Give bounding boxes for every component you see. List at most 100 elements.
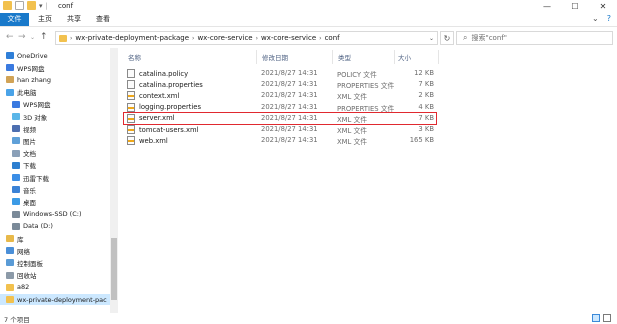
search-input[interactable]: 搜索"conf" bbox=[471, 33, 506, 43]
3d-objects-icon bbox=[12, 113, 20, 120]
library-icon bbox=[6, 235, 14, 242]
tab-file[interactable]: 文件 bbox=[0, 13, 29, 26]
breadcrumb-item[interactable]: wx-core-service bbox=[197, 34, 252, 42]
file-size: 12 KB bbox=[414, 69, 434, 77]
column-header-date[interactable]: 修改日期 bbox=[262, 52, 288, 64]
column-divider[interactable] bbox=[332, 50, 333, 64]
sidebar-item[interactable]: Windows-SSD (C:) bbox=[0, 209, 110, 220]
sidebar-item[interactable]: 视频 bbox=[0, 123, 110, 134]
sidebar-item-label: han zhang bbox=[17, 75, 52, 84]
sidebar-item[interactable]: 迅雷下载 bbox=[0, 172, 110, 183]
file-row[interactable]: tomcat-users.xml 2021/8/27 14:31 XML 文件 3 K… bbox=[124, 124, 436, 135]
file-row[interactable]: logging.properties 2021/8/27 14:31 PROPERT… bbox=[124, 102, 436, 113]
file-name-cell: tomcat-users.xml bbox=[127, 125, 199, 134]
network-icon bbox=[6, 247, 14, 255]
sidebar-item[interactable]: a82 bbox=[0, 282, 110, 293]
column-divider[interactable] bbox=[438, 50, 439, 64]
file-type: XML 文件 bbox=[337, 138, 368, 147]
file-type: XML 文件 bbox=[337, 127, 368, 135]
chevron-right-icon[interactable]: › bbox=[256, 35, 258, 42]
sidebar-item[interactable]: han zhang bbox=[0, 74, 110, 85]
sidebar-item[interactable]: WPS网盘 bbox=[0, 62, 110, 73]
sidebar-item-label: 3D 对象 bbox=[23, 113, 48, 122]
breadcrumb-item[interactable]: wx-private-deployment-package bbox=[75, 34, 189, 42]
file-row[interactable]: web.xml 2021/8/27 14:31 XML 文件 165 KB bbox=[124, 135, 436, 146]
address-dropdown-icon[interactable]: ⌄ bbox=[429, 35, 434, 42]
file-date: 2021/8/27 14:31 bbox=[261, 80, 318, 89]
sidebar-item[interactable]: WPS网盘 bbox=[0, 99, 110, 110]
thunder-download-icon bbox=[12, 174, 20, 181]
column-divider[interactable] bbox=[394, 50, 395, 64]
sidebar-item[interactable]: 下载 bbox=[0, 160, 110, 171]
large-icons-view-icon[interactable] bbox=[603, 314, 611, 322]
address-bar[interactable]: › wx-private-deployment-package › wx-cor… bbox=[55, 31, 438, 45]
properties-icon[interactable] bbox=[15, 1, 24, 10]
file-date: 2021/8/27 14:31 bbox=[261, 102, 318, 111]
file-row[interactable]: catalina.policy 2021/8/27 14:31 POLICY 文件 1… bbox=[124, 68, 436, 79]
customize-toolbar-icon[interactable]: ▾ bbox=[39, 2, 43, 10]
breadcrumb-item[interactable]: wx-core-service bbox=[261, 34, 316, 42]
sidebar-item[interactable]: 回收站 bbox=[0, 270, 110, 281]
file-icon bbox=[127, 69, 135, 78]
refresh-button[interactable]: ↻ bbox=[440, 31, 454, 45]
sidebar-item[interactable]: 库 bbox=[0, 233, 110, 244]
chevron-right-icon[interactable]: › bbox=[192, 35, 194, 42]
scrollbar-thumb[interactable] bbox=[111, 238, 117, 300]
item-count: 7 个项目 bbox=[4, 316, 30, 324]
expand-ribbon-icon[interactable]: ⌄ bbox=[592, 14, 599, 23]
up-arrow-icon[interactable]: ↑ bbox=[40, 32, 48, 42]
file-name-cell: logging.properties bbox=[127, 102, 201, 112]
file-name: tomcat-users.xml bbox=[139, 125, 199, 134]
sidebar-item[interactable]: 文档 bbox=[0, 148, 110, 159]
column-header-name[interactable]: 名称 bbox=[128, 52, 141, 64]
file-size: 4 KB bbox=[418, 102, 434, 111]
back-arrow-icon[interactable]: ← bbox=[6, 32, 14, 42]
file-date: 2021/8/27 14:31 bbox=[261, 69, 318, 77]
search-box[interactable]: ⌕ 搜索"conf" bbox=[456, 31, 613, 45]
file-row[interactable]: catalina.properties 2021/8/27 14:31 PROPER… bbox=[124, 79, 436, 90]
sidebar-item-label: 此电脑 bbox=[17, 89, 37, 98]
sidebar-item-label: 桌面 bbox=[23, 198, 36, 207]
sidebar-item[interactable]: 图片 bbox=[0, 135, 110, 146]
maximize-button[interactable]: ☐ bbox=[561, 0, 589, 12]
sidebar-item[interactable]: OneDrive bbox=[0, 50, 110, 61]
video-icon bbox=[12, 125, 20, 133]
folder-icon bbox=[3, 1, 12, 10]
tab-view[interactable]: 查看 bbox=[90, 13, 116, 26]
chevron-right-icon[interactable]: › bbox=[70, 35, 72, 42]
sidebar-item[interactable]: wx-private-deployment-pac bbox=[0, 294, 110, 305]
sidebar-item-label: 回收站 bbox=[17, 272, 37, 281]
sidebar-item-label: 图片 bbox=[23, 137, 36, 146]
column-header-type[interactable]: 类型 bbox=[338, 52, 351, 64]
file-date: 2021/8/27 14:31 bbox=[261, 125, 318, 133]
chevron-right-icon[interactable]: › bbox=[319, 35, 321, 42]
xml-file-icon bbox=[127, 102, 135, 112]
new-folder-icon[interactable] bbox=[27, 1, 36, 10]
sidebar-item[interactable]: 桌面 bbox=[0, 196, 110, 207]
sidebar-item[interactable]: 音乐 bbox=[0, 184, 110, 195]
file-type: PROPERTIES 文件 bbox=[337, 82, 395, 91]
column-divider[interactable] bbox=[256, 50, 257, 64]
sidebar-item[interactable]: Data (D:) bbox=[0, 221, 110, 232]
close-button[interactable]: ✕ bbox=[589, 0, 617, 12]
sidebar-item[interactable]: 此电脑 bbox=[0, 87, 110, 98]
breadcrumb-item[interactable]: conf bbox=[325, 34, 340, 42]
computer-icon bbox=[6, 88, 14, 96]
recent-locations-icon[interactable]: ⌄ bbox=[30, 34, 35, 41]
help-icon[interactable]: ? bbox=[607, 14, 611, 23]
sidebar-item-label: Data (D:) bbox=[23, 222, 53, 231]
forward-arrow-icon[interactable]: → bbox=[18, 32, 26, 42]
sidebar-scrollbar[interactable] bbox=[110, 48, 118, 313]
minimize-button[interactable]: — bbox=[533, 0, 561, 12]
file-row[interactable]: context.xml 2021/8/27 14:31 XML 文件 2 KB bbox=[124, 90, 436, 101]
tab-home[interactable]: 主页 bbox=[32, 13, 58, 26]
tab-share[interactable]: 共享 bbox=[61, 13, 87, 26]
sidebar-item-label: OneDrive bbox=[17, 51, 48, 60]
column-header-size[interactable]: 大小 bbox=[398, 52, 411, 64]
sidebar-item[interactable]: 3D 对象 bbox=[0, 111, 110, 122]
file-row[interactable]: server.xml 2021/8/27 14:31 XML 文件 7 KB bbox=[123, 111, 437, 125]
sidebar-item[interactable]: 控制面板 bbox=[0, 257, 110, 268]
file-type: PROPERTIES 文件 bbox=[337, 104, 395, 113]
details-view-icon[interactable] bbox=[592, 314, 600, 322]
sidebar-item[interactable]: 网络 bbox=[0, 245, 110, 256]
